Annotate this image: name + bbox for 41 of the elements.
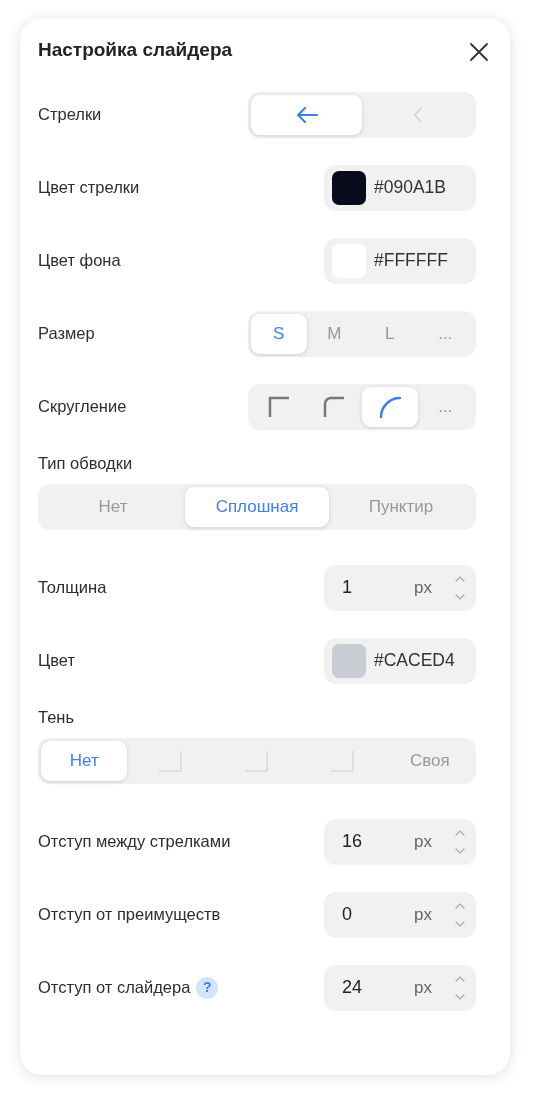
field-label: Тип обводки bbox=[38, 454, 133, 472]
color-field[interactable]: #FFFFFF bbox=[324, 237, 476, 284]
arrow-left-icon bbox=[295, 106, 318, 123]
field-label: Отступ от преимуществ bbox=[38, 904, 221, 926]
option-button[interactable]: L bbox=[362, 313, 418, 354]
spinner-icon bbox=[454, 974, 466, 1001]
option-button[interactable]: Своя bbox=[386, 741, 474, 781]
field-label: Цвет стрелки bbox=[38, 177, 140, 199]
spinner-icon bbox=[454, 901, 466, 928]
number-field[interactable]: 1 px bbox=[324, 564, 476, 611]
round-corner-icon bbox=[378, 395, 401, 418]
field-label: Скругление bbox=[38, 396, 127, 418]
field-label: Отступ от слайдера bbox=[38, 977, 191, 999]
field-label: Цвет фона bbox=[38, 250, 121, 272]
field-label: Тень bbox=[38, 708, 75, 726]
color-field[interactable]: #CACED4 bbox=[324, 637, 476, 684]
corner-icon bbox=[267, 395, 290, 418]
number-field[interactable]: 24 px bbox=[324, 964, 476, 1011]
rounded-corner-icon bbox=[323, 395, 346, 418]
option-button[interactable]: S bbox=[251, 313, 307, 354]
option-button[interactable]: ... bbox=[417, 313, 473, 354]
option-button[interactable]: Нет bbox=[41, 487, 185, 527]
chevron-left-icon bbox=[412, 106, 423, 123]
option-button[interactable] bbox=[362, 386, 418, 427]
field-label: Размер bbox=[38, 323, 95, 345]
panel-title: Настройка слайдера bbox=[38, 37, 233, 62]
field-label: Цвет bbox=[38, 650, 75, 672]
close-icon bbox=[469, 41, 489, 62]
field-label: Толщина bbox=[38, 577, 107, 599]
option-button[interactable]: M bbox=[306, 313, 362, 354]
color-field[interactable]: #090A1B bbox=[324, 164, 476, 211]
option-button[interactable]: Нет bbox=[41, 741, 128, 781]
field-label: Стрелки bbox=[38, 104, 102, 126]
help-icon[interactable]: ? bbox=[196, 976, 219, 999]
option-button[interactable]: Сплошная bbox=[185, 487, 329, 527]
number-field[interactable]: 16 px bbox=[324, 818, 476, 865]
spinner-icon bbox=[454, 574, 466, 601]
option-button[interactable]: Пунктир bbox=[329, 487, 473, 527]
number-field[interactable]: 0 px bbox=[324, 891, 476, 938]
field-label: Отступ между стрелками bbox=[38, 831, 231, 853]
spinner-icon bbox=[454, 828, 466, 855]
